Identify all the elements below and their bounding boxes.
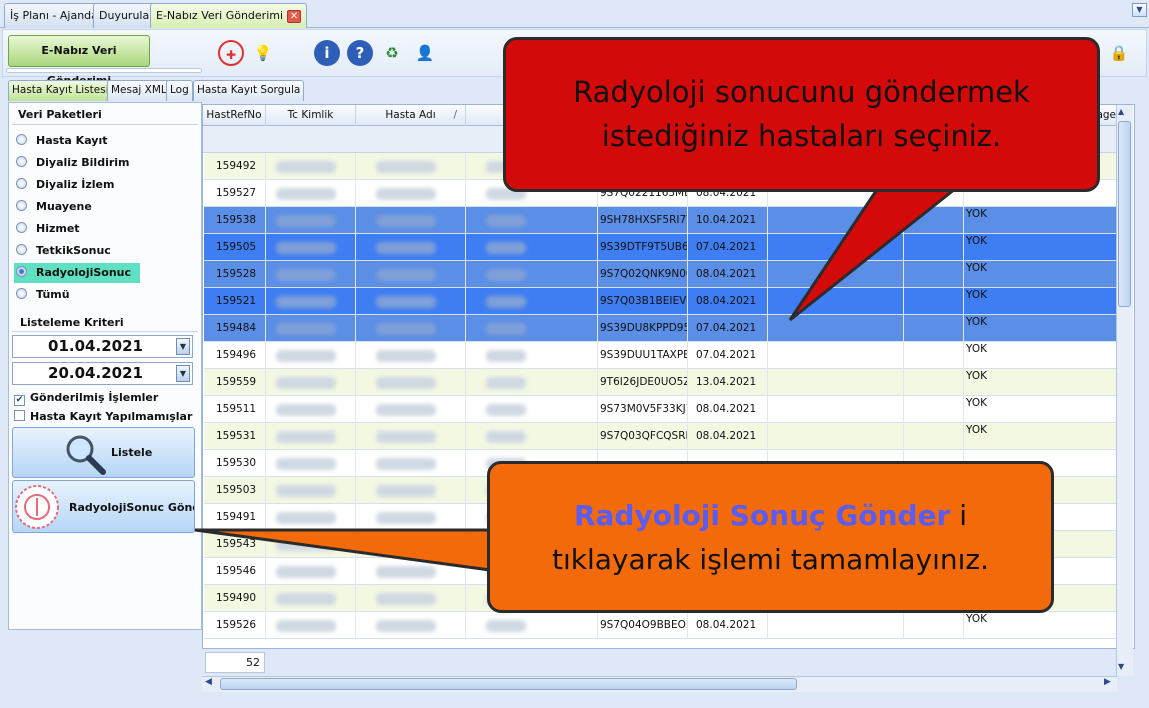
- callout-text: istediğiniz hastaları seçiniz.: [601, 119, 1002, 153]
- callout-text: tıklayarak işlemi tamamlayınız.: [551, 543, 989, 576]
- callout-text: Radyoloji sonucunu göndermek: [573, 75, 1030, 109]
- orange-instruction-callout: Radyoloji Sonuç Gönder i tıklayarak işle…: [487, 461, 1054, 613]
- orange-callout-pointer: [194, 528, 492, 572]
- callout-text: i: [950, 499, 968, 532]
- callout-highlight-text: Radyoloji Sonuç Gönder: [573, 499, 951, 532]
- red-callout-pointer: [788, 183, 965, 322]
- red-instruction-callout: Radyoloji sonucunu göndermek istediğiniz…: [503, 37, 1100, 192]
